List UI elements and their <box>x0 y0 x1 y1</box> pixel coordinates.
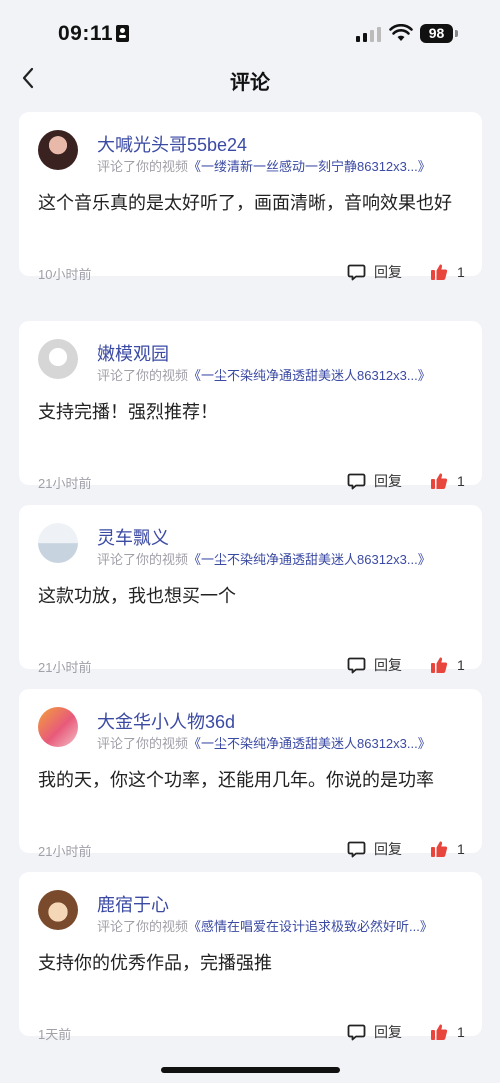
comment-card[interactable]: 鹿宿于心 评论了你的视频《感情在唱爱在设计追求极致必然好听...》 支持你的优秀… <box>19 872 482 1042</box>
username[interactable]: 嫩模观园 <box>97 340 169 366</box>
comment-time: 21小时前 <box>38 844 92 859</box>
like-button[interactable]: 1 <box>430 655 465 675</box>
comment-text: 我的天，你这个功率，还能用几年。你说的是功率 <box>38 770 434 790</box>
comment-source: 评论了你的视频《一尘不染纯净通透甜美迷人86312x3...》 <box>97 733 477 752</box>
avatar[interactable] <box>38 523 78 563</box>
comment-bubble-icon <box>347 1024 366 1040</box>
comment-source-prefix: 评论了你的视频 <box>97 552 189 567</box>
reply-label: 回复 <box>374 841 402 857</box>
comment-source: 评论了你的视频《一缕清新一丝感动一刻宁静86312x3...》 <box>97 156 477 175</box>
comment-bubble-icon <box>347 657 366 673</box>
reply-label: 回复 <box>374 264 402 280</box>
comment-source-prefix: 评论了你的视频 <box>97 368 189 383</box>
comment-text: 这个音乐真的是太好听了，画面清晰，音响效果也好 <box>38 193 452 213</box>
reply-button[interactable]: 回复 <box>347 262 402 282</box>
video-link[interactable]: 《感情在唱爱在设计追求极致必然好听...》 <box>188 919 433 934</box>
username[interactable]: 大喊光头哥55be24 <box>97 131 247 157</box>
username[interactable]: 大金华小人物36d <box>97 708 235 734</box>
avatar[interactable] <box>38 339 78 379</box>
comment-source: 评论了你的视频《感情在唱爱在设计追求极致必然好听...》 <box>97 916 477 935</box>
like-count: 1 <box>457 841 465 857</box>
video-link[interactable]: 《一缕清新一丝感动一刻宁静86312x3...》 <box>188 159 431 174</box>
comment-time: 10小时前 <box>38 267 92 282</box>
comment-source: 评论了你的视频《一尘不染纯净通透甜美迷人86312x3...》 <box>97 549 477 568</box>
page-title: 评论 <box>230 72 270 94</box>
like-count: 1 <box>457 264 465 280</box>
status-time: 09:11 <box>58 22 114 45</box>
comment-time: 1天前 <box>38 1027 72 1042</box>
like-button[interactable]: 1 <box>430 262 465 282</box>
comment-text: 支持你的优秀作品，完播强推 <box>38 953 272 973</box>
reply-button[interactable]: 回复 <box>347 655 402 675</box>
avatar[interactable] <box>38 707 78 747</box>
nav-bar: 评论 <box>0 56 500 102</box>
comment-time: 21小时前 <box>38 660 92 675</box>
comment-bubble-icon <box>347 473 366 489</box>
video-link[interactable]: 《一尘不染纯净通透甜美迷人86312x3...》 <box>188 552 431 567</box>
username[interactable]: 灵车飘义 <box>97 524 169 550</box>
status-bar: 09:11 98 <box>0 0 500 60</box>
comment-source-prefix: 评论了你的视频 <box>97 159 189 174</box>
comment-card[interactable]: 大金华小人物36d 评论了你的视频《一尘不染纯净通透甜美迷人86312x3...… <box>19 689 482 859</box>
reply-label: 回复 <box>374 657 402 673</box>
reply-button[interactable]: 回复 <box>347 471 402 491</box>
battery-tip <box>455 30 458 37</box>
thumbs-up-icon <box>431 264 448 280</box>
comment-card[interactable]: 大喊光头哥55be24 评论了你的视频《一缕清新一丝感动一刻宁静86312x3.… <box>19 112 482 282</box>
like-count: 1 <box>457 1024 465 1040</box>
video-link[interactable]: 《一尘不染纯净通透甜美迷人86312x3...》 <box>188 368 431 383</box>
avatar[interactable] <box>38 890 78 930</box>
comment-card[interactable]: 灵车飘义 评论了你的视频《一尘不染纯净通透甜美迷人86312x3...》 这款功… <box>19 505 482 675</box>
signal-icon <box>356 26 382 42</box>
comment-text: 这款功放，我也想买一个 <box>38 586 236 606</box>
thumbs-up-icon <box>431 473 448 489</box>
reply-button[interactable]: 回复 <box>347 1022 402 1042</box>
id-card-icon <box>116 25 129 42</box>
thumbs-up-icon <box>431 1024 448 1040</box>
comment-card[interactable]: 嫩模观园 评论了你的视频《一尘不染纯净通透甜美迷人86312x3...》 支持完… <box>19 321 482 491</box>
like-button[interactable]: 1 <box>430 1022 465 1042</box>
thumbs-up-icon <box>431 841 448 857</box>
avatar[interactable] <box>38 130 78 170</box>
like-count: 1 <box>457 473 465 489</box>
username[interactable]: 鹿宿于心 <box>97 891 169 917</box>
reply-button[interactable]: 回复 <box>347 839 402 859</box>
wifi-icon <box>389 24 413 41</box>
reply-label: 回复 <box>374 473 402 489</box>
like-count: 1 <box>457 657 465 673</box>
video-link[interactable]: 《一尘不染纯净通透甜美迷人86312x3...》 <box>188 736 431 751</box>
comment-bubble-icon <box>347 264 366 280</box>
comment-source-prefix: 评论了你的视频 <box>97 919 189 934</box>
thumbs-up-icon <box>431 657 448 673</box>
comment-bubble-icon <box>347 841 366 857</box>
comment-source: 评论了你的视频《一尘不染纯净通透甜美迷人86312x3...》 <box>97 365 477 384</box>
battery-icon: 98 <box>420 24 453 43</box>
home-indicator[interactable] <box>161 1067 340 1073</box>
like-button[interactable]: 1 <box>430 471 465 491</box>
comment-text: 支持完播！强烈推荐！ <box>38 402 218 422</box>
comment-source-prefix: 评论了你的视频 <box>97 736 189 751</box>
reply-label: 回复 <box>374 1024 402 1040</box>
comment-time: 21小时前 <box>38 476 92 491</box>
like-button[interactable]: 1 <box>430 839 465 859</box>
